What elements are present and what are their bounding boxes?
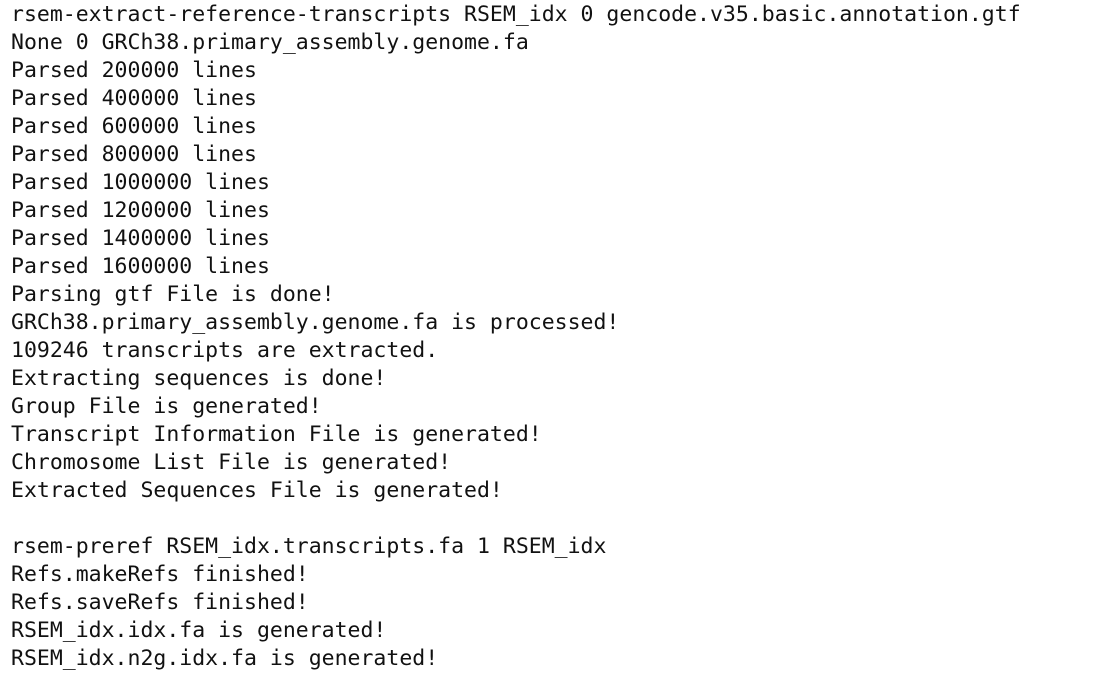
- output-line: GRCh38.primary_assembly.genome.fa is pro…: [11, 310, 620, 335]
- output-line: Parsed 1400000 lines: [11, 226, 270, 251]
- output-line: Group File is generated!: [11, 394, 322, 419]
- output-line: Parsing gtf File is done!: [11, 282, 335, 307]
- output-line: Refs.makeRefs finished!: [11, 562, 309, 587]
- output-line: Parsed 1600000 lines: [11, 254, 270, 279]
- output-line: Parsed 800000 lines: [11, 142, 257, 167]
- output-line: Refs.saveRefs finished!: [11, 590, 309, 615]
- terminal-output: rsem-extract-reference-transcripts RSEM_…: [11, 1, 1021, 673]
- output-line: Extracting sequences is done!: [11, 366, 387, 391]
- output-line: None 0 GRCh38.primary_assembly.genome.fa: [11, 30, 529, 55]
- output-line: Transcript Information File is generated…: [11, 422, 542, 447]
- output-line: Parsed 1200000 lines: [11, 198, 270, 223]
- command-line-extract-reference: rsem-extract-reference-transcripts RSEM_…: [11, 2, 1021, 27]
- output-line: Extracted Sequences File is generated!: [11, 478, 503, 503]
- output-line: RSEM_idx.idx.fa is generated!: [11, 618, 387, 643]
- output-line: Parsed 400000 lines: [11, 86, 257, 111]
- output-line: Parsed 200000 lines: [11, 58, 257, 83]
- output-line: Chromosome List File is generated!: [11, 450, 452, 475]
- command-line-preref: rsem-preref RSEM_idx.transcripts.fa 1 RS…: [11, 534, 607, 559]
- output-line: 109246 transcripts are extracted.: [11, 338, 439, 363]
- terminal-output-pane[interactable]: rsem-extract-reference-transcripts RSEM_…: [0, 0, 1112, 684]
- output-line: RSEM_idx.n2g.idx.fa is generated!: [11, 646, 439, 671]
- output-line: Parsed 1000000 lines: [11, 170, 270, 195]
- output-line: Parsed 600000 lines: [11, 114, 257, 139]
